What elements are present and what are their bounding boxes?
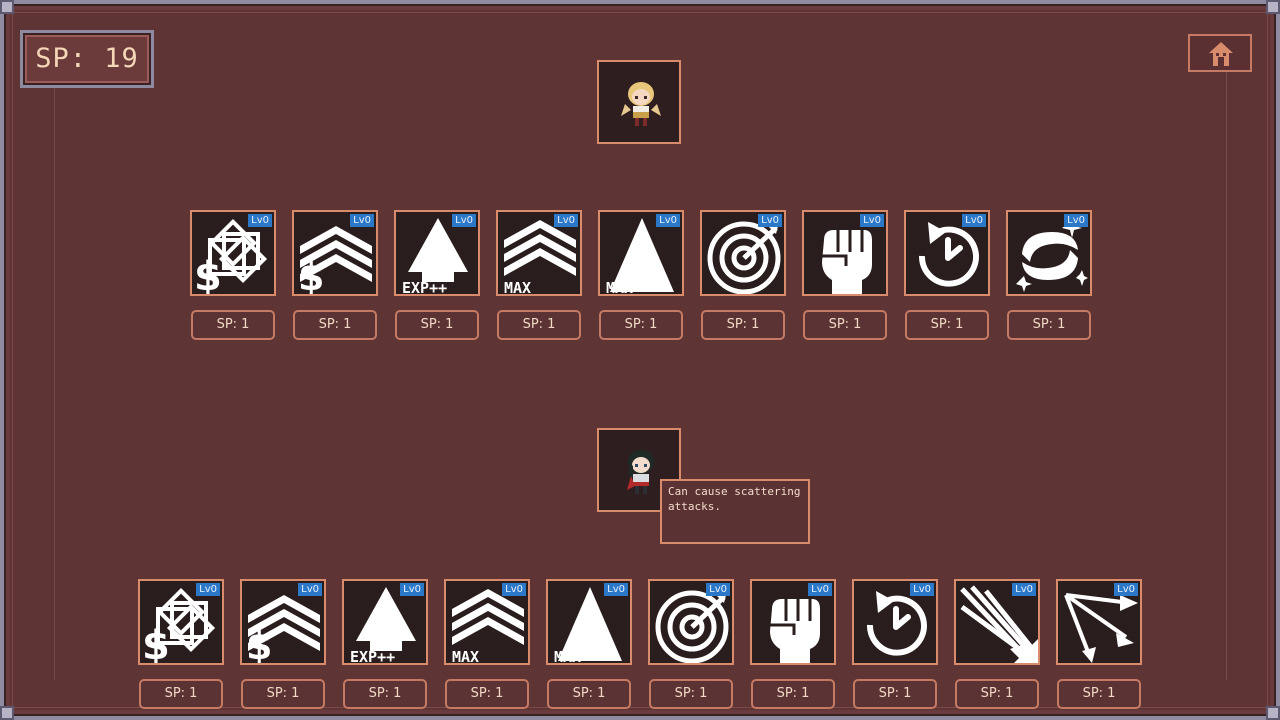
dark-haired-hero-sprite <box>627 450 654 494</box>
skill-slot[interactable]: $ Lv0 <box>138 579 224 665</box>
skill-cost-button[interactable]: SP: 1 <box>905 310 989 340</box>
level-badge: Lv0 <box>656 214 680 227</box>
home-button[interactable] <box>1188 34 1252 72</box>
skill-glyph: MAX <box>606 279 633 294</box>
skill-row-2: $ Lv0 SP: 1 $ Lv0 SP: 1 EXP++ Lv0 SP: 1 MAX Lv0 SP:… <box>0 579 1280 719</box>
skill-slot[interactable]: MAX Lv0 <box>546 579 632 665</box>
level-badge: Lv0 <box>350 214 374 227</box>
skill-points-panel: SP: 19 <box>20 30 154 88</box>
level-badge: Lv0 <box>706 583 730 596</box>
blonde-hero-sprite <box>621 82 661 126</box>
level-badge: Lv0 <box>808 583 832 596</box>
skill-slot[interactable]: MAX Lv0 <box>496 210 582 296</box>
skill-cost-button[interactable]: SP: 1 <box>1057 679 1141 709</box>
level-badge: Lv0 <box>196 583 220 596</box>
skill-cost-button[interactable]: SP: 1 <box>293 310 377 340</box>
level-badge: Lv0 <box>962 214 986 227</box>
character-portrait-1[interactable] <box>597 60 681 144</box>
skill-slot[interactable]: $ Lv0 <box>190 210 276 296</box>
level-badge: Lv0 <box>860 214 884 227</box>
skill-slot[interactable]: MAX Lv0 <box>444 579 530 665</box>
skill-tooltip: Can cause scattering attacks. <box>660 479 810 544</box>
skill-cost-button[interactable]: SP: 1 <box>751 679 835 709</box>
skill-points-value: SP: 19 <box>35 43 139 74</box>
svg-text:$: $ <box>246 624 272 663</box>
level-badge: Lv0 <box>452 214 476 227</box>
skill-cost-button[interactable]: SP: 1 <box>803 310 887 340</box>
skill-slot[interactable]: EXP++ Lv0 <box>342 579 428 665</box>
skill-slot[interactable]: Lv0 <box>700 210 786 296</box>
skill-glyph: MAX <box>452 648 479 663</box>
skill-cost-button[interactable]: SP: 1 <box>701 310 785 340</box>
skill-slot[interactable]: $ Lv0 <box>240 579 326 665</box>
skill-slot[interactable]: Lv0 <box>1056 579 1142 665</box>
skill-slot[interactable]: Lv0 <box>750 579 836 665</box>
svg-text:$: $ <box>298 255 324 294</box>
skill-slot[interactable]: Lv0 <box>904 210 990 296</box>
level-badge: Lv0 <box>298 583 322 596</box>
tooltip-text: Can cause scattering attacks. <box>668 485 801 513</box>
skill-glyph: MAX <box>504 279 531 294</box>
skill-glyph: EXP++ <box>350 648 395 663</box>
skill-slot[interactable]: $ Lv0 <box>292 210 378 296</box>
skill-cost-button[interactable]: SP: 1 <box>139 679 223 709</box>
home-icon <box>1209 42 1233 66</box>
skill-cost-button[interactable]: SP: 1 <box>853 679 937 709</box>
level-badge: Lv0 <box>400 583 424 596</box>
skill-slot[interactable]: Lv0 <box>802 210 888 296</box>
skill-glyph: EXP++ <box>402 279 447 294</box>
level-badge: Lv0 <box>248 214 272 227</box>
level-badge: Lv0 <box>910 583 934 596</box>
level-badge: Lv0 <box>758 214 782 227</box>
level-badge: Lv0 <box>604 583 628 596</box>
skill-cost-button[interactable]: SP: 1 <box>445 679 529 709</box>
level-badge: Lv0 <box>1114 583 1138 596</box>
svg-text:$: $ <box>142 623 170 663</box>
skill-slot[interactable]: Lv0 <box>1006 210 1092 296</box>
skill-cost-button[interactable]: SP: 1 <box>547 679 631 709</box>
skill-glyph: MAX <box>554 648 581 663</box>
skill-cost-button[interactable]: SP: 1 <box>649 679 733 709</box>
skill-row-1: $ Lv0 SP: 1 $ Lv0 SP: 1 EXP++ Lv0 SP: 1 MAX Lv0 SP:… <box>0 210 1280 350</box>
skill-cost-button[interactable]: SP: 1 <box>497 310 581 340</box>
skill-cost-button[interactable]: SP: 1 <box>395 310 479 340</box>
level-badge: Lv0 <box>554 214 578 227</box>
skill-cost-button[interactable]: SP: 1 <box>343 679 427 709</box>
corner-ornament <box>0 0 14 14</box>
skill-slot[interactable]: Lv0 <box>648 579 734 665</box>
skill-cost-button[interactable]: SP: 1 <box>1007 310 1091 340</box>
skill-cost-button[interactable]: SP: 1 <box>955 679 1039 709</box>
skill-cost-button[interactable]: SP: 1 <box>599 310 683 340</box>
skill-slot[interactable]: EXP++ Lv0 <box>394 210 480 296</box>
corner-ornament <box>1266 0 1280 14</box>
level-badge: Lv0 <box>1064 214 1088 227</box>
skill-slot[interactable]: MAX Lv0 <box>598 210 684 296</box>
skill-cost-button[interactable]: SP: 1 <box>241 679 325 709</box>
skill-cost-button[interactable]: SP: 1 <box>191 310 275 340</box>
skill-slot[interactable]: Lv0 <box>852 579 938 665</box>
level-badge: Lv0 <box>1012 583 1036 596</box>
svg-text:$: $ <box>194 254 222 294</box>
level-badge: Lv0 <box>502 583 526 596</box>
skill-slot[interactable]: Lv0 <box>954 579 1040 665</box>
